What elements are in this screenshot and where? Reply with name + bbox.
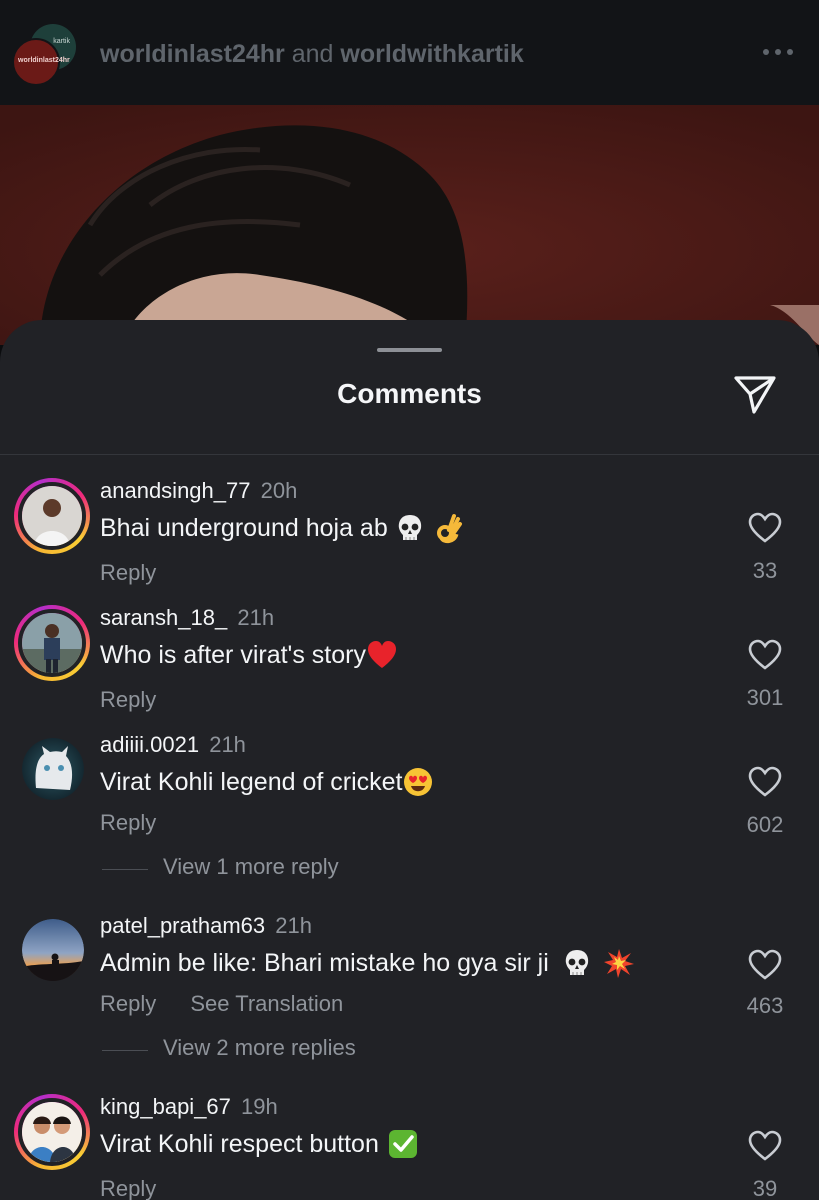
reply-button[interactable]: Reply — [100, 560, 156, 585]
comment-meta: saransh_18_ 21h — [100, 605, 274, 631]
comment-text: Virat Kohli respect button — [100, 1129, 379, 1158]
reel-video-frame[interactable] — [0, 105, 819, 345]
comment-meta: anandsingh_77 20h — [100, 478, 297, 504]
avatar-photo — [22, 919, 84, 981]
comment-actions: Reply — [100, 560, 156, 586]
comment-meta: adiiii.0021 21h — [100, 732, 246, 758]
avatar-photo — [22, 738, 84, 800]
collision-emoji-icon — [603, 949, 634, 978]
avatar-logo-text: kartik — [53, 38, 70, 45]
avatar-photo — [22, 486, 82, 546]
more-horizontal-icon[interactable] — [760, 40, 796, 64]
check-mark-button-emoji-icon — [388, 1130, 417, 1158]
sheet-divider — [0, 454, 819, 455]
heart-icon[interactable] — [748, 512, 782, 544]
view-more-replies-label[interactable]: View 2 more replies — [163, 1035, 356, 1061]
comments-sheet: Comments — [0, 320, 819, 1200]
post-authors: worldinlast24hr and worldwithkartik — [100, 40, 524, 69]
view-more-replies[interactable]: View 1 more reply — [102, 854, 802, 884]
avatar-photo — [22, 613, 82, 673]
comment-meta: patel_pratham63 21h — [100, 913, 312, 939]
thread-line — [102, 869, 148, 870]
sheet-grabber[interactable] — [377, 348, 442, 352]
comment-text-row: Virat Kohli respect button — [100, 1128, 419, 1160]
avatar-king-bapi-67[interactable] — [14, 1094, 90, 1170]
authors-joiner: and — [291, 40, 334, 68]
send-paper-plane-icon[interactable] — [732, 372, 778, 416]
collab-avatars[interactable]: kartik worldinlast24hr — [12, 24, 76, 86]
reply-button[interactable]: Reply — [100, 687, 156, 712]
comment-text-row: Admin be like: Bhari mistake ho gya sir … — [100, 947, 635, 979]
like-count: 33 — [752, 558, 778, 583]
reply-button[interactable]: Reply — [100, 810, 156, 835]
heart-icon[interactable] — [748, 766, 782, 798]
see-translation-button[interactable]: See Translation — [190, 991, 343, 1016]
comment-text: Virat Kohli legend of cricket — [100, 767, 403, 796]
comment-text-row: Who is after virat's story — [100, 639, 398, 671]
comment-text: Bhai underground hoja ab — [100, 513, 388, 542]
like-count: 39 — [752, 1176, 778, 1200]
comment-text: Admin be like: Bhari mistake ho gya sir … — [100, 948, 549, 977]
comment-actions: Reply See Translation — [100, 991, 343, 1017]
comment-username[interactable]: patel_pratham63 — [100, 913, 265, 938]
sheet-title: Comments — [337, 378, 482, 409]
comment-username[interactable]: anandsingh_77 — [100, 478, 250, 503]
heart-icon[interactable] — [748, 1130, 782, 1162]
comment-actions: Reply — [100, 810, 156, 836]
comment-time: 20h — [260, 478, 298, 503]
thread-line — [102, 1050, 148, 1051]
like-count: 602 — [746, 812, 784, 837]
comment-actions: Reply — [100, 687, 156, 713]
comment-meta: king_bapi_67 19h — [100, 1094, 278, 1120]
avatar-logo-text: worldinlast24hr — [18, 57, 70, 64]
comment-time: 19h — [241, 1094, 278, 1119]
view-more-replies-label[interactable]: View 1 more reply — [163, 854, 339, 880]
avatar-anandsingh-77[interactable] — [14, 478, 90, 554]
view-more-replies[interactable]: View 2 more replies — [102, 1035, 802, 1065]
avatar-saransh-18[interactable] — [14, 605, 90, 681]
ok-hand-emoji-icon — [436, 514, 462, 544]
comment-time: 21h — [209, 732, 246, 757]
red-heart-emoji-icon — [367, 641, 396, 668]
comment-username[interactable]: adiiii.0021 — [100, 732, 199, 757]
comment-text-row: Virat Kohli legend of cricket — [100, 766, 434, 798]
post-header: kartik worldinlast24hr worldinlast24hr a… — [0, 0, 819, 105]
author-link-1[interactable]: worldinlast24hr — [100, 40, 285, 68]
skull-emoji-icon — [398, 515, 421, 540]
like-count: 301 — [746, 685, 784, 710]
heart-icon[interactable] — [748, 949, 782, 981]
avatar-patel-pratham63[interactable] — [22, 919, 84, 981]
comment-actions: Reply — [100, 1176, 156, 1200]
heart-eyes-emoji-icon — [404, 768, 433, 796]
avatar-adiiii-0021[interactable] — [22, 738, 84, 800]
skull-emoji-icon — [565, 950, 588, 975]
avatar-worldinlast24hr[interactable]: worldinlast24hr — [12, 38, 70, 86]
reel-image — [0, 105, 819, 345]
comment-text-row: Bhai underground hoja ab — [100, 512, 464, 544]
comment-time: 21h — [275, 913, 312, 938]
reply-button[interactable]: Reply — [100, 1176, 156, 1200]
like-count: 463 — [746, 993, 784, 1018]
avatar-photo — [22, 1102, 82, 1162]
comment-time: 21h — [237, 605, 275, 630]
comment-username[interactable]: king_bapi_67 — [100, 1094, 231, 1119]
reply-button[interactable]: Reply — [100, 991, 156, 1016]
comment-text: Who is after virat's story — [100, 640, 366, 669]
heart-icon[interactable] — [748, 639, 782, 671]
author-link-2[interactable]: worldwithkartik — [340, 40, 523, 68]
comment-username[interactable]: saransh_18_ — [100, 605, 227, 630]
